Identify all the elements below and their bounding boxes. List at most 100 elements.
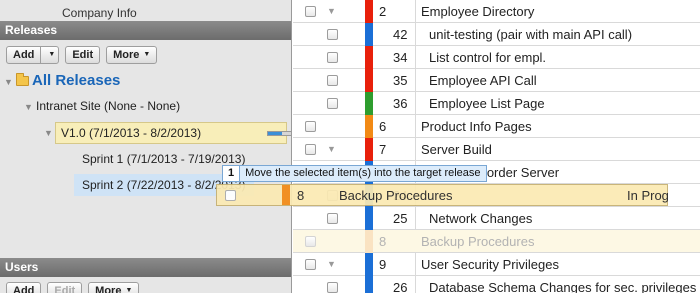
priority-color-bar bbox=[365, 23, 373, 46]
priority-color-bar bbox=[365, 230, 373, 253]
row-checkbox[interactable] bbox=[305, 236, 316, 247]
row-checkbox[interactable] bbox=[305, 121, 316, 132]
row-checkbox[interactable] bbox=[327, 98, 338, 109]
row-checkbox[interactable] bbox=[327, 75, 338, 86]
item-number: 26 bbox=[393, 280, 408, 293]
folder-icon bbox=[16, 73, 29, 86]
item-number: 34 bbox=[393, 50, 408, 65]
item-name: Backup Procedures bbox=[339, 188, 453, 203]
users-toolbar: Add Edit More ▼ bbox=[6, 282, 140, 293]
releases-header: Releases bbox=[0, 21, 291, 40]
item-name[interactable]: Employee List Page bbox=[429, 96, 545, 111]
chevron-down-icon: ▼ bbox=[143, 51, 151, 58]
add-user-button[interactable]: Add bbox=[6, 282, 42, 293]
tree-node-all-releases[interactable]: ▼ All Releases bbox=[4, 72, 120, 89]
item-name[interactable]: Employee API Call bbox=[429, 73, 537, 88]
expand-triangle-icon[interactable]: ▼ bbox=[24, 102, 36, 112]
priority-color-bar bbox=[365, 115, 373, 138]
item-number: 36 bbox=[393, 96, 408, 111]
intranet-site-label: Intranet Site (None - None) bbox=[36, 99, 181, 113]
row-checkbox[interactable] bbox=[305, 6, 316, 17]
item-number: 42 bbox=[393, 27, 408, 42]
row-checkbox[interactable] bbox=[305, 144, 316, 155]
expand-triangle-icon[interactable]: ▼ bbox=[327, 144, 336, 154]
release-row-v1[interactable]: ▼ V1.0 (7/1/2013 - 8/2/2013) ▶ bbox=[44, 122, 291, 144]
item-number: 25 bbox=[393, 211, 408, 226]
item-name[interactable]: Product Info Pages bbox=[421, 119, 532, 134]
item-number: 7 bbox=[379, 142, 387, 157]
item-name[interactable]: Employee Directory bbox=[421, 4, 534, 19]
dragged-item-ghost[interactable]: 8 Backup Procedures In Prog bbox=[216, 184, 669, 206]
all-releases-label: All Releases bbox=[32, 72, 121, 89]
release-label: V1.0 (7/1/2013 - 8/2/2013) bbox=[61, 126, 202, 140]
drag-tooltip: 1 Move the selected item(s) into the tar… bbox=[222, 165, 487, 182]
releases-panel: Company Info Releases Add ▼ Edit More ▼ … bbox=[0, 0, 292, 293]
item-name[interactable]: List control for empl. bbox=[429, 50, 546, 65]
users-header: Users bbox=[0, 258, 291, 277]
item-status: In Prog bbox=[627, 188, 669, 203]
expand-triangle-icon[interactable]: ▼ bbox=[4, 77, 16, 87]
backlog-row[interactable]: 36 Employee List Page bbox=[293, 92, 700, 115]
priority-color-bar bbox=[365, 69, 373, 92]
edit-user-button[interactable]: Edit bbox=[47, 282, 83, 293]
company-info-item[interactable]: Company Info bbox=[62, 6, 137, 20]
expand-triangle-icon[interactable]: ▼ bbox=[44, 128, 56, 138]
item-name[interactable]: Backup Procedures bbox=[421, 234, 534, 249]
row-checkbox[interactable] bbox=[327, 213, 338, 224]
backlog-row[interactable]: 26 Database Schema Changes for sec. privi… bbox=[293, 276, 700, 293]
expand-triangle-icon[interactable]: ▼ bbox=[327, 6, 336, 16]
item-name[interactable]: User Security Privileges bbox=[421, 257, 559, 272]
priority-color-bar bbox=[282, 185, 290, 205]
priority-color-bar bbox=[365, 92, 373, 115]
edit-release-button[interactable]: Edit bbox=[65, 46, 101, 64]
checkbox bbox=[225, 190, 236, 201]
row-checkbox[interactable] bbox=[327, 29, 338, 40]
backlog-row[interactable]: 25 Network Changes bbox=[293, 207, 700, 230]
drag-count-badge: 1 bbox=[223, 166, 241, 181]
row-checkbox[interactable] bbox=[327, 282, 338, 293]
releases-toolbar: Add ▼ Edit More ▼ bbox=[6, 46, 158, 64]
more-menu-button[interactable]: More ▼ bbox=[106, 46, 158, 64]
item-name[interactable]: Database Schema Changes for sec. privile… bbox=[429, 280, 696, 293]
tree-node-intranet-site[interactable]: ▼ Intranet Site (None - None) bbox=[24, 99, 180, 113]
priority-color-bar bbox=[365, 207, 373, 230]
item-name[interactable]: Network Changes bbox=[429, 211, 532, 226]
priority-color-bar bbox=[365, 138, 373, 161]
add-button-label: Add bbox=[7, 47, 42, 63]
priority-color-bar bbox=[365, 0, 373, 23]
more-button-label: More bbox=[95, 285, 122, 293]
expand-triangle-icon[interactable]: ▼ bbox=[327, 259, 336, 269]
release-progress-bar bbox=[267, 131, 291, 136]
backlog-list: ▼ 2 Employee Directory 42 unit-testing (pair… bbox=[293, 0, 700, 293]
priority-color-bar bbox=[365, 276, 373, 293]
tree-node-sprint-1[interactable]: Sprint 1 (7/1/2013 - 7/19/2013) bbox=[82, 152, 245, 166]
item-number: 8 bbox=[379, 234, 387, 249]
item-number: 8 bbox=[297, 188, 305, 203]
item-number: 9 bbox=[379, 257, 387, 272]
backlog-row[interactable]: 34 List control for empl. bbox=[293, 46, 700, 69]
release-progress-fill bbox=[268, 132, 283, 135]
backlog-row[interactable]: ▼ 2 Employee Directory bbox=[293, 0, 700, 23]
sprint1-label: Sprint 1 (7/1/2013 - 7/19/2013) bbox=[82, 152, 246, 166]
item-name[interactable]: unit-testing (pair with main API call) bbox=[429, 27, 632, 42]
priority-color-bar bbox=[365, 46, 373, 69]
chevron-down-icon[interactable]: ▼ bbox=[45, 47, 58, 63]
backlog-row[interactable]: 6 Product Info Pages bbox=[293, 115, 700, 138]
users-more-menu-button[interactable]: More ▼ bbox=[88, 282, 140, 293]
row-checkbox[interactable] bbox=[305, 259, 316, 270]
priority-color-bar bbox=[365, 253, 373, 276]
add-release-button[interactable]: Add ▼ bbox=[6, 46, 60, 64]
backlog-row[interactable]: 35 Employee API Call bbox=[293, 69, 700, 92]
item-number: 2 bbox=[379, 4, 387, 19]
backlog-row[interactable]: ▼ 9 User Security Privileges bbox=[293, 253, 700, 276]
item-number: 35 bbox=[393, 73, 408, 88]
backlog-row[interactable]: ▼ 7 Server Build bbox=[293, 138, 700, 161]
more-button-label: More bbox=[113, 49, 140, 61]
backlog-row[interactable]: 8 Backup Procedures bbox=[293, 230, 700, 253]
drag-message: Move the selected item(s) into the targe… bbox=[245, 167, 481, 179]
item-number: 6 bbox=[379, 119, 387, 134]
item-name[interactable]: Server Build bbox=[421, 142, 492, 157]
chevron-down-icon: ▼ bbox=[125, 287, 133, 293]
row-checkbox[interactable] bbox=[327, 52, 338, 63]
backlog-row[interactable]: 42 unit-testing (pair with main API call) bbox=[293, 23, 700, 46]
